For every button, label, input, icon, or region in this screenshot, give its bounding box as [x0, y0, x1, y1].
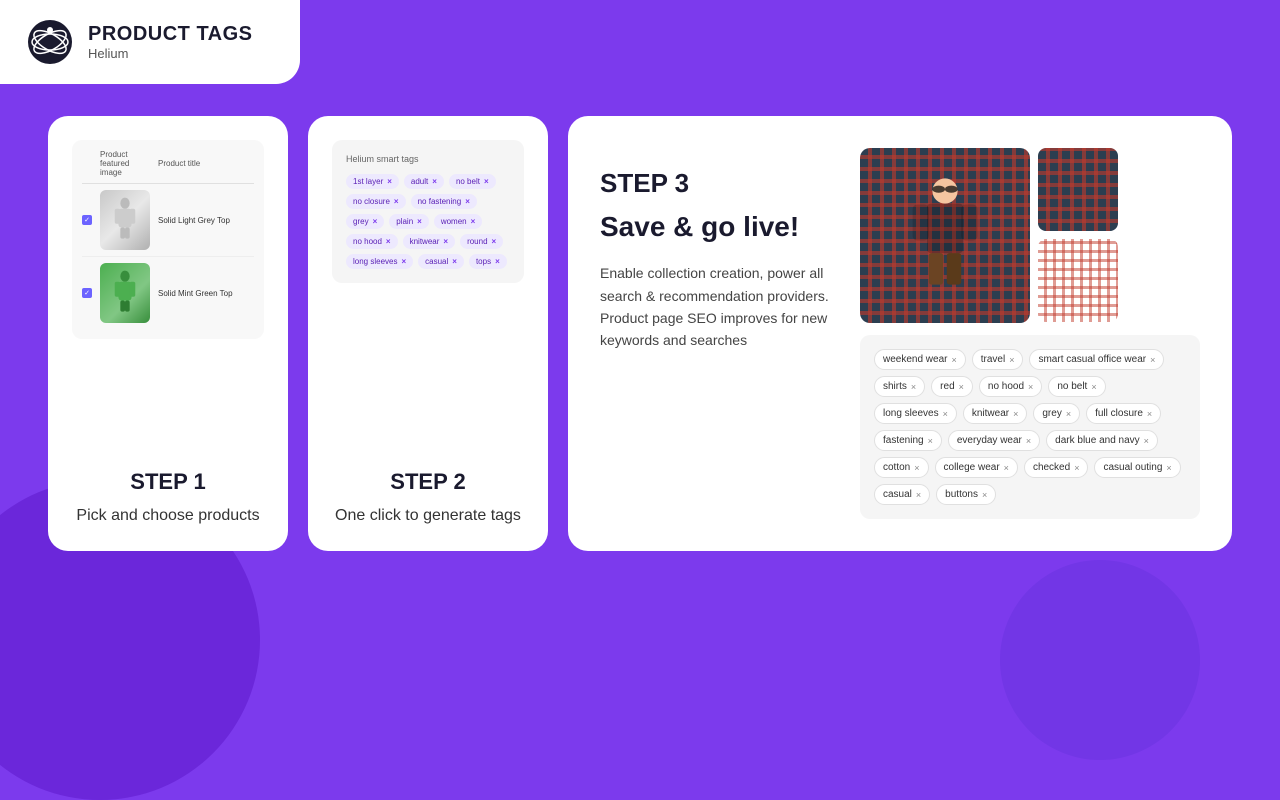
result-tag: casual×	[874, 484, 930, 505]
figure-main	[900, 176, 990, 296]
result-tag: college wear×	[935, 457, 1018, 478]
header-text: PRODUCT TAGS Helium	[88, 23, 253, 61]
result-tag: red×	[931, 376, 973, 397]
step2-tag: tops×	[469, 254, 507, 269]
step2-tag: plain×	[389, 214, 429, 229]
product-photo-small-1	[1038, 148, 1118, 231]
smart-tags-title: Helium smart tags	[346, 154, 510, 164]
step2-label: STEP 2	[335, 469, 521, 495]
result-tag: buttons×	[936, 484, 996, 505]
header: PRODUCT TAGS Helium	[0, 0, 300, 84]
product-photo-small-2	[1038, 239, 1118, 322]
result-tag: travel×	[972, 349, 1024, 370]
step2-tag: no hood×	[346, 234, 398, 249]
silhouette-green	[111, 269, 139, 317]
result-tags-container: weekend wear× travel×smart casual office …	[860, 335, 1200, 519]
table-header: Product featured image Product title	[82, 150, 254, 184]
result-tag: casual outing×	[1094, 457, 1180, 478]
product-checkbox-1[interactable]	[82, 215, 92, 225]
result-tag: full closure×	[1086, 403, 1161, 424]
step1-label: STEP 1	[76, 469, 259, 495]
table-row: Solid Mint Green Top	[82, 257, 254, 329]
step2-tag: no belt×	[449, 174, 496, 189]
product-name-1: Solid Light Grey Top	[158, 216, 254, 225]
step2-tag: no fastening×	[411, 194, 477, 209]
result-tag: everyday wear×	[948, 430, 1040, 451]
step1-description: Pick and choose products	[76, 505, 259, 527]
step2-card: Helium smart tags 1st layer× adult× no bel…	[308, 116, 548, 551]
result-tag: knitwear×	[963, 403, 1028, 424]
product-tags-title: PRODUCT TAGS	[88, 23, 253, 46]
step2-text-group: STEP 2 One click to generate tags	[335, 449, 521, 527]
step2-tag: casual×	[418, 254, 464, 269]
step2-tag: grey×	[346, 214, 384, 229]
brand-name: Helium	[88, 46, 253, 61]
step3-text: STEP 3 Save & go live! Enable collection…	[600, 148, 836, 352]
step3-label: STEP 3	[600, 168, 836, 199]
product-table: Product featured image Product title	[72, 140, 264, 339]
product-photos	[860, 148, 1200, 323]
result-tag: weekend wear×	[874, 349, 966, 370]
result-tag: shirts×	[874, 376, 925, 397]
silhouette-grey	[111, 196, 139, 244]
step3-right: weekend wear× travel×smart casual office …	[860, 148, 1200, 519]
col-img-header: Product featured image	[100, 150, 150, 177]
step1-text-group: STEP 1 Pick and choose products	[76, 449, 259, 527]
result-tag: smart casual office wear×	[1029, 349, 1164, 370]
step2-tag: women×	[434, 214, 482, 229]
step2-tag: 1st layer×	[346, 174, 399, 189]
table-row: Solid Light Grey Top	[82, 184, 254, 257]
smart-tags-box: Helium smart tags 1st layer× adult× no bel…	[332, 140, 524, 283]
step3-card: STEP 3 Save & go live! Enable collection…	[568, 116, 1232, 551]
product-photo-side	[1038, 148, 1118, 323]
product-image-grey	[100, 190, 150, 250]
step3-description: Enable collection creation, power all se…	[600, 262, 836, 352]
step2-tag: round×	[460, 234, 503, 249]
step2-tag: knitwear×	[403, 234, 455, 249]
result-tag: no belt×	[1048, 376, 1105, 397]
step2-tag: long sleeves×	[346, 254, 413, 269]
step2-tags-container: 1st layer× adult× no belt× no closure× no fa…	[346, 174, 510, 269]
result-tag: dark blue and navy×	[1046, 430, 1158, 451]
step2-tag: no closure×	[346, 194, 406, 209]
product-name-2: Solid Mint Green Top	[158, 289, 254, 298]
main-content: Product featured image Product title	[0, 84, 1280, 583]
step2-description: One click to generate tags	[335, 505, 521, 527]
step1-card: Product featured image Product title	[48, 116, 288, 551]
helium-logo-icon	[24, 16, 76, 68]
result-tag: long sleeves×	[874, 403, 957, 424]
result-tag: cotton×	[874, 457, 929, 478]
product-photo-main	[860, 148, 1030, 323]
step3-headline: Save & go live!	[600, 207, 836, 246]
result-tag: grey×	[1033, 403, 1080, 424]
product-checkbox-2[interactable]	[82, 288, 92, 298]
result-tag: fastening×	[874, 430, 942, 451]
step2-tag: adult×	[404, 174, 444, 189]
product-image-green	[100, 263, 150, 323]
col-title-header: Product title	[158, 159, 254, 168]
result-tag: no hood×	[979, 376, 1042, 397]
result-tag: checked×	[1024, 457, 1089, 478]
